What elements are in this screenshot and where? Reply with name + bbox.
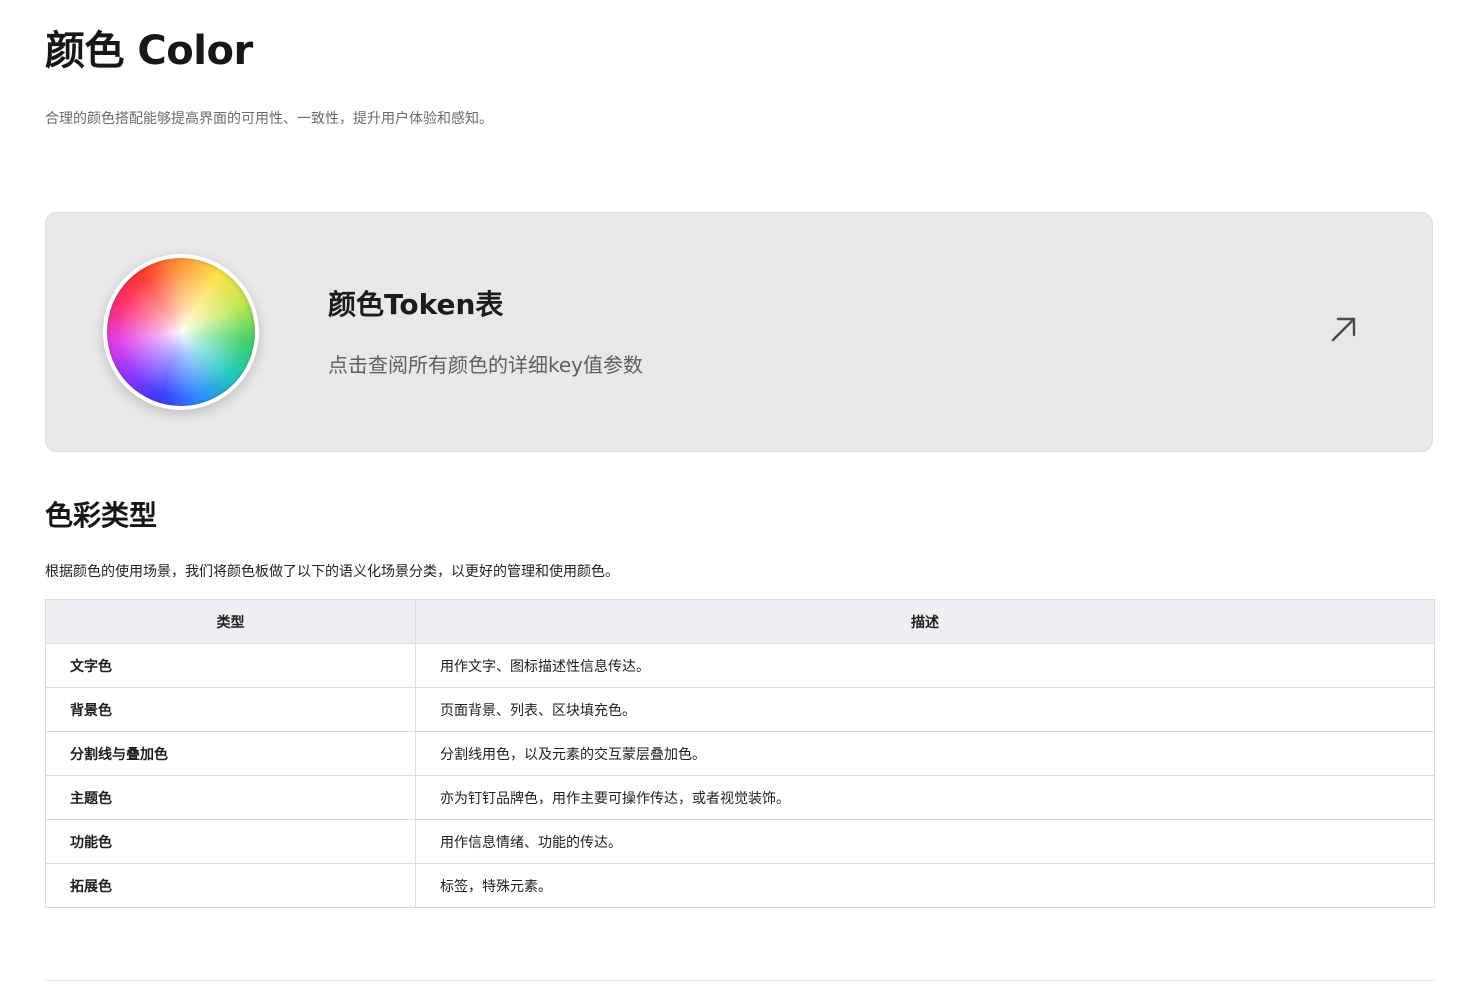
page: 颜色 Color 合理的颜色搭配能够提高界面的可用性、一致性，提升用户体验和感知…	[0, 0, 1484, 992]
table-row: 背景色 页面背景、列表、区块填充色。	[45, 687, 1435, 732]
token-card-title: 颜色Token表	[328, 288, 504, 321]
section-description: 根据颜色的使用场景，我们将颜色板做了以下的语义化场景分类，以更好的管理和使用颜色…	[45, 564, 619, 580]
section-title: 色彩类型	[45, 499, 158, 532]
row-description: 页面背景、列表、区块填充色。	[415, 687, 1435, 732]
color-wheel-icon	[107, 258, 255, 406]
row-type: 文字色	[45, 643, 416, 688]
divider	[45, 980, 1435, 981]
row-type: 背景色	[45, 687, 416, 732]
table-row: 主题色 亦为钉钉品牌色，用作主要可操作传达，或者视觉装饰。	[45, 775, 1435, 820]
table-row: 文字色 用作文字、图标描述性信息传达。	[45, 643, 1435, 688]
color-types-table: 类型 描述 文字色 用作文字、图标描述性信息传达。 背景色 页面背景、列表、区块…	[45, 599, 1435, 908]
row-type: 分割线与叠加色	[45, 731, 416, 776]
row-description: 用作文字、图标描述性信息传达。	[415, 643, 1435, 688]
row-description: 用作信息情绪、功能的传达。	[415, 819, 1435, 864]
color-token-card[interactable]: 颜色Token表 点击查阅所有颜色的详细key值参数	[45, 212, 1433, 452]
header-type: 类型	[45, 599, 416, 644]
token-card-description: 点击查阅所有颜色的详细key值参数	[328, 353, 644, 377]
arrow-up-right-icon[interactable]	[1328, 313, 1360, 345]
row-description: 亦为钉钉品牌色，用作主要可操作传达，或者视觉装饰。	[415, 775, 1435, 820]
header-description: 描述	[415, 599, 1435, 644]
table-row: 拓展色 标签，特殊元素。	[45, 863, 1435, 908]
row-type: 拓展色	[45, 863, 416, 908]
row-type: 功能色	[45, 819, 416, 864]
row-type: 主题色	[45, 775, 416, 820]
row-description: 标签，特殊元素。	[415, 863, 1435, 908]
table-row: 功能色 用作信息情绪、功能的传达。	[45, 819, 1435, 864]
color-wheel-frame	[103, 254, 259, 410]
row-description: 分割线用色，以及元素的交互蒙层叠加色。	[415, 731, 1435, 776]
table-header-row: 类型 描述	[45, 599, 1435, 644]
table-row: 分割线与叠加色 分割线用色，以及元素的交互蒙层叠加色。	[45, 731, 1435, 776]
page-title: 颜色 Color	[45, 28, 253, 74]
page-subtitle: 合理的颜色搭配能够提高界面的可用性、一致性，提升用户体验和感知。	[45, 111, 493, 127]
